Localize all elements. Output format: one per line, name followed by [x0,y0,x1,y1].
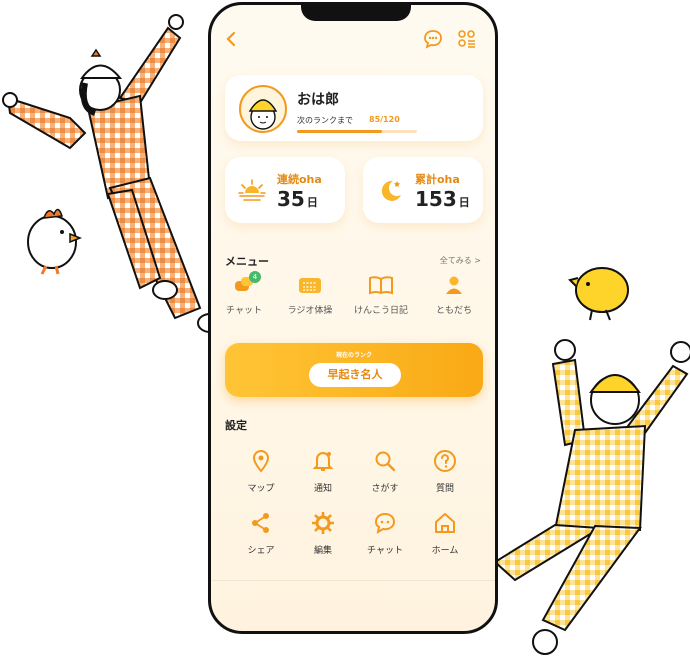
grid-menu-icon[interactable] [457,29,477,49]
bottom-divider [211,580,495,581]
total-label: 累計oha [415,173,460,186]
setting-label: チャット [367,546,403,556]
setting-share[interactable]: シェア [229,511,293,556]
bell-icon [312,452,334,471]
menu-item-friends[interactable]: ともだち [421,275,487,316]
sunrise-icon [238,179,266,201]
book-icon [369,276,393,295]
current-rank-banner: 現在のランク 早起き名人 [225,343,483,397]
setting-search[interactable]: さがす [353,449,417,494]
setting-label: 質問 [435,484,454,494]
home-icon [435,513,455,533]
menu-item-diary[interactable]: けんこう日記 [348,275,414,316]
rank-progress-text: 85/120 [369,115,400,124]
setting-label: シェア [247,546,275,556]
settings-title: 設定 [225,419,247,432]
menu-item-chat[interactable]: 4 チャット [211,271,277,316]
chat-icon [374,512,396,535]
current-rank-pill[interactable]: 早起き名人 [309,363,401,387]
back-button[interactable] [225,31,237,51]
next-rank-label: 次のランクまで [297,116,353,125]
setting-label: 通知 [313,484,332,494]
streak-value: 35 日 [277,187,318,211]
phone-frame: おは郎 次のランクまで 85/120 連続oha 35 日 累計oha 153 日 … [208,2,498,634]
radio-icon [299,278,321,293]
avatar [239,85,287,133]
setting-home[interactable]: ホーム [413,511,477,556]
phone-notch [301,5,411,21]
setting-notification[interactable]: 通知 [291,449,355,494]
setting-map[interactable]: マップ [229,449,293,494]
map-pin-icon [252,450,270,473]
chat-icon[interactable] [423,29,443,49]
setting-label: さがす [371,484,399,494]
rank-progress-bar [297,130,417,133]
setting-edit[interactable]: 編集 [291,511,355,556]
menu-item-label: チャット [226,306,262,316]
gear-icon [312,512,334,534]
setting-chat[interactable]: チャット [353,511,417,556]
profile-card[interactable]: おは郎 次のランクまで 85/120 [225,75,483,141]
topbar-actions [423,29,477,49]
current-rank-caption: 現在のランク [335,352,372,359]
chevron-left-icon [226,31,236,47]
chicken-illustration [27,208,83,275]
total-card: 累計oha 153 日 [363,157,483,223]
share-icon [252,513,269,533]
menu-item-label: ともだち [435,306,472,316]
streak-label: 連続oha [277,173,322,186]
menu-item-radio[interactable]: ラジオ体操 [277,275,343,316]
question-icon [434,450,456,472]
menu-title: メニュー [225,255,269,268]
setting-label: 編集 [313,546,332,556]
chick-illustration [568,267,629,321]
streak-card: 連続oha 35 日 [225,157,345,223]
rank-progress-fill [297,130,382,133]
setting-label: ホーム [431,546,459,556]
total-value: 153 日 [415,187,470,211]
person-icon [446,276,462,294]
setting-question[interactable]: 質問 [413,449,477,494]
menu-item-label: けんこう日記 [353,306,408,316]
girl-pajama-illustration [2,14,223,333]
setting-label: マップ [247,484,275,494]
search-icon [375,451,396,472]
menu-item-label: ラジオ体操 [287,306,333,316]
chat-badge: 4 [249,271,261,283]
see-all-link[interactable]: 全てみる > [440,255,481,266]
user-name: おは郎 [297,92,339,108]
moon-icon [381,180,401,201]
